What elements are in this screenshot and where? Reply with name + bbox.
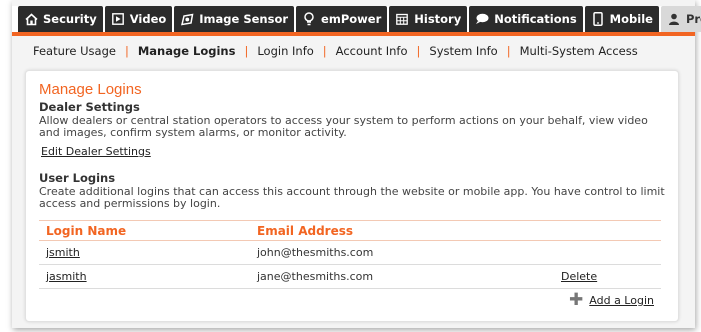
person-icon [667, 12, 681, 26]
header-login-name: Login Name [46, 223, 127, 238]
play-icon [111, 12, 125, 26]
table-row: jasmith jane@thesmiths.com Delete [39, 265, 661, 289]
delete-login-link[interactable]: Delete [561, 270, 597, 283]
header-email-address: Email Address [257, 223, 354, 238]
subnav-separator: | [506, 44, 511, 58]
subnav-manage-logins[interactable]: Manage Logins [138, 44, 236, 58]
subnav-separator: | [124, 44, 129, 58]
tab-label: Video [129, 12, 167, 26]
login-name-link[interactable]: jasmith [46, 270, 87, 283]
tab-label: Security [43, 12, 97, 26]
table-header: Login Name Email Address [39, 220, 661, 241]
phone-icon [591, 12, 605, 26]
bulb-icon [302, 12, 316, 26]
tab-video[interactable]: Video [104, 6, 173, 32]
tab-label: Profile [685, 12, 701, 26]
main-tab-bar: Security Video Image Sensor emPower Hist… [12, 6, 701, 36]
tab-label: Image Sensor [199, 12, 289, 26]
user-logins-heading: User Logins [39, 171, 116, 185]
tab-history[interactable]: History [389, 6, 468, 32]
tab-empower[interactable]: emPower [296, 6, 388, 32]
add-login-link[interactable]: Add a Login [589, 294, 654, 307]
subnav-multi-system-access[interactable]: Multi-System Access [520, 44, 638, 58]
calendar-icon [395, 12, 409, 26]
page-title: Manage Logins [39, 81, 142, 98]
sub-navigation: Feature Usage | Manage Logins | Login In… [12, 40, 695, 62]
plus-icon: ✚ [569, 290, 584, 310]
subnav-separator: | [322, 44, 327, 58]
login-name-link[interactable]: jsmith [46, 246, 80, 259]
tab-profile[interactable]: Profile [660, 6, 701, 32]
logins-table: Login Name Email Address jsmith john@the… [39, 220, 661, 289]
email-cell: jane@thesmiths.com [257, 270, 374, 283]
dealer-settings-description: Allow dealers or central station operato… [39, 114, 648, 139]
subnav-separator: | [416, 44, 421, 58]
tab-label: Mobile [609, 12, 653, 26]
tab-label: Notifications [494, 12, 577, 26]
tab-notifications[interactable]: Notifications [469, 6, 583, 32]
manage-logins-panel: Manage Logins Dealer Settings Allow deal… [25, 70, 679, 322]
edit-dealer-settings-link[interactable]: Edit Dealer Settings [41, 145, 151, 158]
tab-label: History [414, 12, 462, 26]
user-logins-description: Create additional logins that can access… [39, 185, 665, 210]
tab-mobile[interactable]: Mobile [584, 6, 659, 32]
table-row: jsmith john@thesmiths.com [39, 241, 661, 265]
camera-icon [180, 12, 194, 26]
tab-label: emPower [321, 12, 382, 26]
email-cell: john@thesmiths.com [257, 246, 374, 259]
chat-bubble-icon [475, 12, 489, 26]
tab-security[interactable]: Security [18, 6, 103, 32]
tab-image-sensor[interactable]: Image Sensor [174, 6, 295, 32]
subnav-separator: | [244, 44, 249, 58]
subnav-login-info[interactable]: Login Info [257, 44, 313, 58]
subnav-system-info[interactable]: System Info [429, 44, 497, 58]
home-icon [24, 12, 38, 26]
subnav-account-info[interactable]: Account Info [336, 44, 408, 58]
add-login-control[interactable]: ✚ Add a Login [569, 292, 654, 309]
subnav-feature-usage[interactable]: Feature Usage [33, 44, 116, 58]
dealer-settings-heading: Dealer Settings [39, 100, 140, 114]
